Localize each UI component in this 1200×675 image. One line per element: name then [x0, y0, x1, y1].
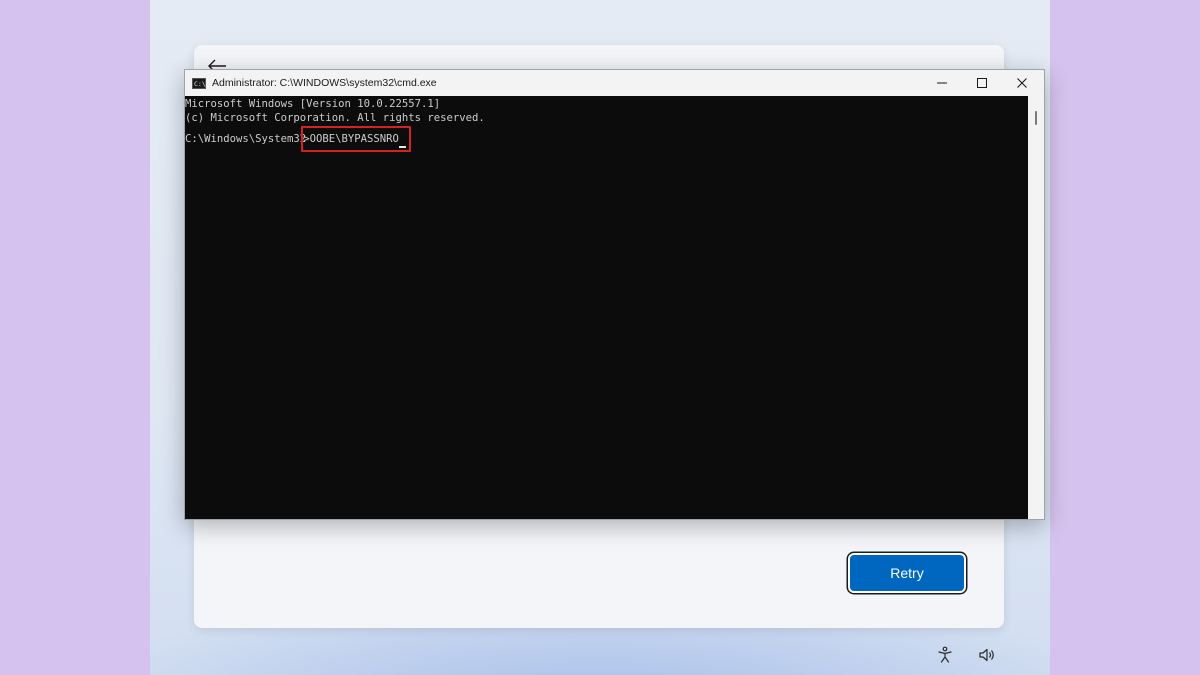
prompt-path: C:\Windows\System32	[185, 133, 307, 145]
console-output[interactable]: Microsoft Windows [Version 10.0.22557.1]…	[185, 96, 1028, 519]
text-cursor	[398, 145, 406, 148]
cmd-window[interactable]: C:\ Administrator: C:\WINDOWS\system32\c…	[184, 69, 1045, 520]
command-highlight: >OOBE\BYPASSNRO	[301, 125, 411, 152]
retry-button[interactable]: Retry	[850, 555, 964, 591]
volume-icon[interactable]	[976, 644, 998, 666]
maximize-icon[interactable]	[962, 70, 1002, 96]
cmd-titlebar[interactable]: C:\ Administrator: C:\WINDOWS\system32\c…	[185, 70, 1044, 96]
close-icon[interactable]	[1002, 70, 1042, 96]
console-line: (c) Microsoft Corporation. All rights re…	[185, 112, 485, 124]
accessibility-icon[interactable]	[934, 644, 956, 666]
console-line: Microsoft Windows [Version 10.0.22557.1]	[185, 98, 441, 110]
command-prompt-line: C:\Windows\System32 >OOBE\BYPASSNRO	[185, 125, 1028, 152]
window-title: Administrator: C:\WINDOWS\system32\cmd.e…	[212, 77, 437, 89]
cmd-app-icon: C:\	[192, 77, 206, 89]
vertical-scrollbar[interactable]	[1028, 96, 1044, 519]
typed-command: >OOBE\BYPASSNRO	[303, 132, 399, 145]
minimize-icon[interactable]	[922, 70, 962, 96]
scrollbar-thumb[interactable]	[1035, 111, 1037, 125]
